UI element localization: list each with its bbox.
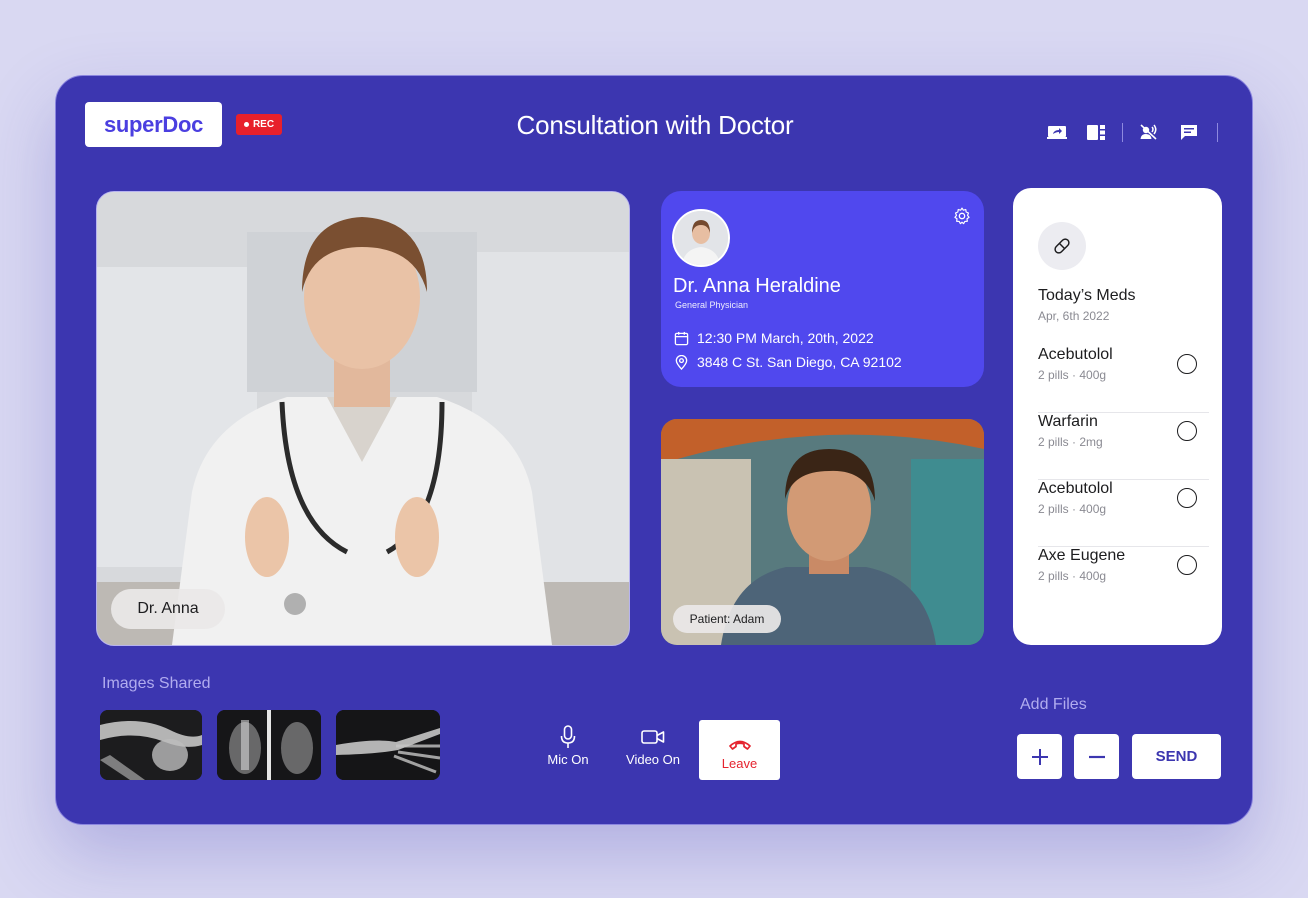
med-item: Warfarin 2 pills · 2mg xyxy=(1038,413,1209,480)
share-screen-icon xyxy=(1047,126,1067,139)
mic-toggle-button[interactable]: Mic On xyxy=(540,722,596,767)
layout-button[interactable] xyxy=(1085,121,1107,143)
calendar-icon xyxy=(674,331,689,345)
patient-video[interactable]: Patient: Adam xyxy=(661,419,984,645)
send-button[interactable]: SEND xyxy=(1132,734,1221,779)
med-checkbox[interactable] xyxy=(1177,488,1197,508)
med-dose: 2 pills · 400g xyxy=(1038,569,1107,583)
med-name: Acebutolol xyxy=(1038,346,1113,363)
med-name: Axe Eugene xyxy=(1038,547,1126,564)
appointment-datetime: 12:30 PM March, 20th, 2022 xyxy=(674,330,874,346)
chat-icon xyxy=(1181,124,1197,140)
doctor-name-tag: Dr. Anna xyxy=(111,589,225,629)
microphone-icon xyxy=(560,725,576,748)
appointment-datetime-text: 12:30 PM March, 20th, 2022 xyxy=(697,330,874,346)
xray-image xyxy=(100,710,202,780)
toolbar-divider xyxy=(1122,122,1123,142)
meds-panel: Today’s Meds Apr, 6th 2022 Acebutolol 2 … xyxy=(1013,188,1222,645)
pill-badge xyxy=(1038,222,1086,270)
med-item: Axe Eugene 2 pills · 400g xyxy=(1038,547,1197,614)
leave-label: Leave xyxy=(721,756,758,771)
toolbar-divider xyxy=(1217,122,1218,142)
layout-icon xyxy=(1087,124,1105,140)
page-title: Consultation with Doctor xyxy=(516,110,794,140)
xray-image xyxy=(336,710,440,780)
settings-gear-icon[interactable] xyxy=(952,206,972,226)
app-logo: superDoc xyxy=(85,102,222,147)
doctor-info-card: Dr. Anna Heraldine General Physician 12:… xyxy=(661,191,984,387)
mute-speaker-icon xyxy=(1140,124,1157,140)
add-file-button[interactable] xyxy=(1017,734,1062,779)
med-name: Acebutolol xyxy=(1038,480,1113,497)
video-label: Video On xyxy=(626,752,680,767)
med-checkbox[interactable] xyxy=(1177,421,1197,441)
pill-icon xyxy=(1054,238,1070,254)
med-dose: 2 pills · 400g xyxy=(1038,502,1107,516)
patient-name-tag: Patient: Adam xyxy=(673,605,781,633)
shared-image-shoulder-xray[interactable] xyxy=(100,710,202,780)
leave-call-button[interactable]: Leave xyxy=(699,720,780,780)
appointment-address: 3848 C St. San Diego, CA 92102 xyxy=(674,354,902,370)
chat-button[interactable] xyxy=(1178,121,1200,143)
toolbar xyxy=(1046,121,1218,143)
med-item: Acebutolol 2 pills · 400g xyxy=(1038,346,1209,413)
shared-image-chest-xray[interactable] xyxy=(217,710,321,780)
add-files-label: Add Files xyxy=(1020,696,1087,713)
med-dose: 2 pills · 400g xyxy=(1038,368,1107,382)
remove-file-button[interactable] xyxy=(1074,734,1119,779)
shared-image-hand-xray[interactable] xyxy=(336,710,440,780)
images-shared-label: Images Shared xyxy=(102,675,211,692)
hang-up-phone-icon xyxy=(728,740,751,750)
xray-image xyxy=(217,710,321,780)
mute-speaker-button[interactable] xyxy=(1138,121,1160,143)
meds-date: Apr, 6th 2022 xyxy=(1038,309,1110,323)
video-camera-icon xyxy=(641,730,665,744)
med-checkbox[interactable] xyxy=(1177,354,1197,374)
video-toggle-button[interactable]: Video On xyxy=(618,722,688,767)
meds-title: Today’s Meds xyxy=(1038,287,1136,304)
recording-badge: REC xyxy=(236,114,282,135)
mic-label: Mic On xyxy=(547,752,589,767)
doctor-name: Dr. Anna Heraldine xyxy=(673,275,841,297)
med-name: Warfarin xyxy=(1038,413,1098,430)
plus-icon xyxy=(1031,748,1048,765)
doctor-video-frame xyxy=(97,192,629,645)
med-item: Acebutolol 2 pills · 400g xyxy=(1038,480,1209,547)
recording-label: REC xyxy=(252,119,275,130)
med-checkbox[interactable] xyxy=(1177,555,1197,575)
minus-icon xyxy=(1088,755,1105,758)
doctor-avatar-image xyxy=(674,211,728,265)
doctor-video[interactable]: Dr. Anna xyxy=(96,191,630,646)
doctor-avatar xyxy=(672,209,730,267)
record-dot-icon xyxy=(243,122,249,127)
app-window: superDoc REC Consultation with Doctor Dr… xyxy=(55,75,1253,825)
doctor-role: General Physician xyxy=(675,300,749,310)
location-pin-icon xyxy=(675,354,688,370)
share-screen-button[interactable] xyxy=(1046,121,1068,143)
appointment-address-text: 3848 C St. San Diego, CA 92102 xyxy=(697,354,902,370)
med-dose: 2 pills · 2mg xyxy=(1038,435,1103,449)
